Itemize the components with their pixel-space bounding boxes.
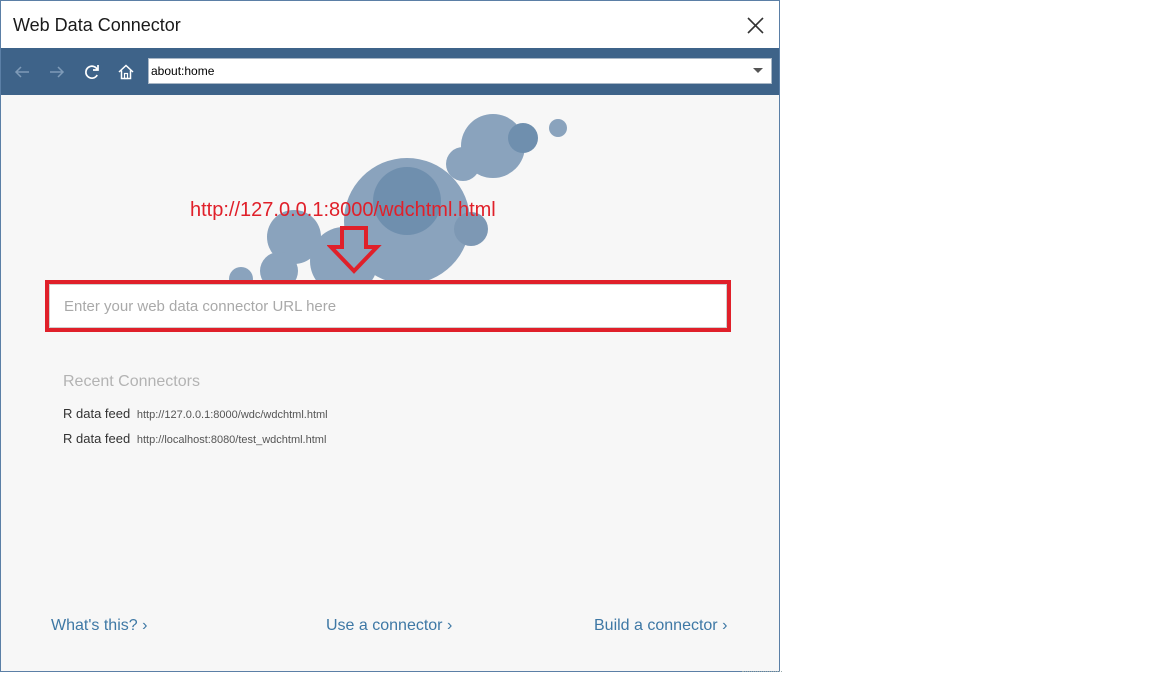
arrow-right-icon bbox=[50, 66, 65, 78]
address-input[interactable] bbox=[151, 61, 741, 81]
title-bar: Web Data Connector bbox=[1, 1, 779, 48]
close-button[interactable] bbox=[739, 9, 771, 41]
highlight-box bbox=[45, 280, 731, 332]
close-icon bbox=[747, 17, 764, 34]
arrow-left-icon bbox=[14, 66, 29, 78]
home-icon bbox=[118, 64, 134, 80]
arrow-down-icon bbox=[327, 226, 382, 274]
recent-connector-name: R data feed bbox=[63, 431, 131, 446]
home-button[interactable] bbox=[114, 60, 138, 84]
forward-button[interactable] bbox=[45, 60, 69, 84]
whats-this-link[interactable]: What's this? › bbox=[51, 617, 147, 635]
resize-grip[interactable] bbox=[742, 671, 782, 675]
decorative-bubbles bbox=[229, 114, 567, 295]
recent-connector-name: R data feed bbox=[63, 406, 131, 421]
refresh-icon bbox=[85, 65, 99, 80]
address-bar bbox=[148, 58, 772, 84]
content-area: http://127.0.0.1:8000/wdchtml.html Recen… bbox=[1, 95, 779, 671]
build-connector-link[interactable]: Build a connector › bbox=[594, 617, 727, 635]
use-connector-link[interactable]: Use a connector › bbox=[326, 617, 452, 635]
recent-connector-url: http://localhost:8080/test_wdchtml.html bbox=[136, 434, 327, 446]
window-title: Web Data Connector bbox=[13, 15, 181, 35]
web-data-connector-window: Web Data Connector about:home http://127… bbox=[0, 0, 780, 672]
address-dropdown-button[interactable] bbox=[747, 61, 769, 81]
annotation-url-label: http://127.0.0.1:8000/wdchtml.html bbox=[190, 199, 496, 221]
refresh-button[interactable] bbox=[80, 60, 104, 84]
recent-connector-item[interactable]: R data feed http://localhost:8080/test_w… bbox=[63, 431, 326, 446]
chevron-down-icon bbox=[753, 68, 763, 73]
recent-connectors-title: Recent Connectors bbox=[63, 373, 200, 390]
back-button[interactable] bbox=[10, 60, 34, 84]
recent-connector-url: http://127.0.0.1:8000/wdc/wdchtml.html bbox=[136, 409, 328, 421]
navigation-toolbar bbox=[1, 48, 779, 95]
recent-connector-item[interactable]: R data feed http://127.0.0.1:8000/wdc/wd… bbox=[63, 406, 328, 421]
